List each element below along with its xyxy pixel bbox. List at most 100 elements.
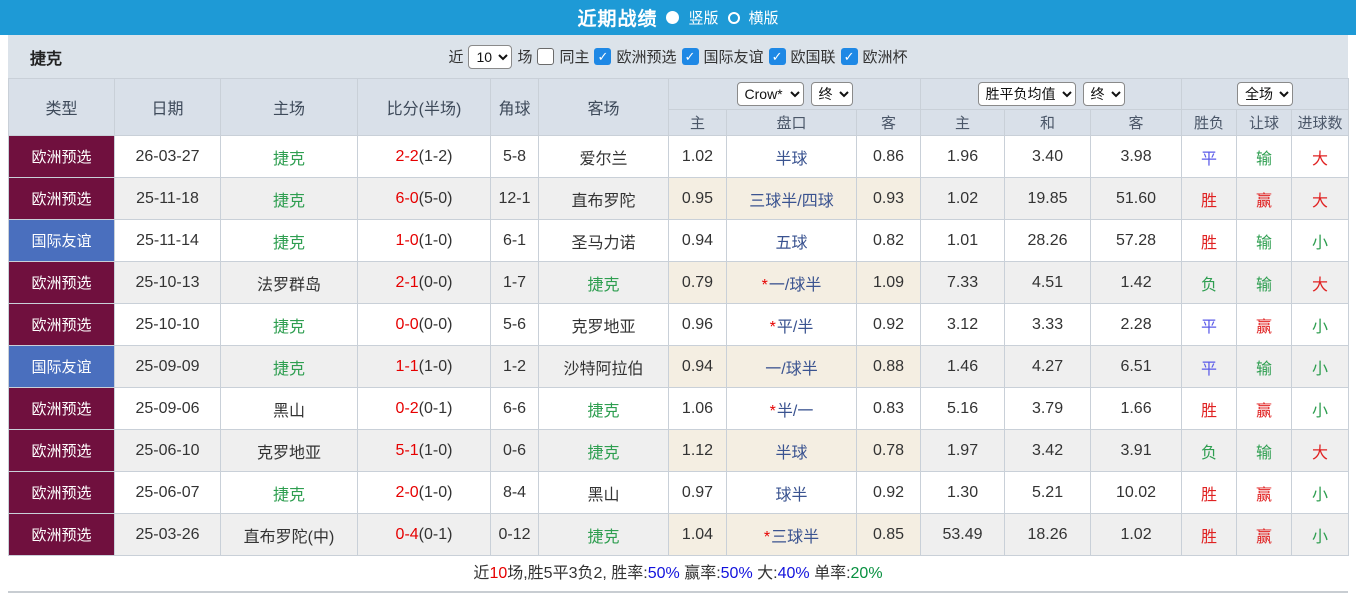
avg-home: 1.46	[920, 345, 1006, 388]
summary-segment: 近	[473, 565, 490, 582]
corners: 1-7	[490, 261, 539, 304]
competition-checkbox-euro-cup[interactable]: ✓	[840, 48, 858, 65]
result-handicap: 输	[1236, 429, 1293, 472]
avg-home: 53.49	[920, 513, 1006, 556]
result-handicap: 输	[1236, 345, 1293, 388]
corners: 8-4	[490, 471, 539, 514]
fulltime-score: 2-1	[395, 273, 419, 291]
summary-segment: 赢率:	[679, 565, 721, 582]
halftime-score: (0-1)	[418, 399, 453, 417]
summary-footer: 近10场,胜5平3负2, 胜率:50% 赢率:50% 大:40% 单率:20%	[8, 556, 1348, 593]
table-row: 欧洲预选 25-10-10 捷克 0-0(0-0) 5-6 克罗地亚 0.96 *平/半 0.9…	[8, 303, 1350, 346]
handicap: *三球半	[726, 513, 857, 556]
match-score: 0-0(0-0)	[357, 303, 491, 346]
odds-away: 0.82	[855, 219, 922, 262]
match-date: 25-09-06	[114, 387, 221, 430]
odds-away: 0.93	[855, 177, 922, 220]
match-date: 25-10-13	[114, 261, 221, 304]
table-row: 欧洲预选 25-11-18 捷克 6-0(5-0) 12-1 直布罗陀 0.95 三球半/四球…	[8, 177, 1350, 220]
result-goals: 大	[1291, 261, 1350, 304]
subcol-avg-draw: 和	[1004, 109, 1092, 136]
avg-draw: 28.26	[1004, 219, 1092, 262]
horizontal-layout-radio[interactable]	[727, 11, 740, 24]
competition-label-nations-league[interactable]: 欧国联	[791, 46, 836, 67]
odds-away: 0.86	[855, 135, 922, 178]
avg-type-select[interactable]: 胜平负均值	[977, 82, 1076, 106]
match-date: 25-03-26	[114, 513, 221, 556]
team-name: 捷克	[30, 50, 63, 68]
result-handicap: 输	[1236, 135, 1293, 178]
avg-away: 2.28	[1090, 303, 1183, 346]
summary-segment: 10	[489, 565, 508, 582]
result-handicap: 赢	[1236, 513, 1293, 556]
avg-draw: 5.21	[1004, 471, 1092, 514]
away-team: 沙特阿拉伯	[538, 345, 669, 388]
avg-draw: 19.85	[1004, 177, 1092, 220]
odds-company-select[interactable]: Crow*	[736, 82, 804, 106]
competition-label-euro-qual[interactable]: 欧洲预选	[616, 46, 676, 67]
odds-home: 0.79	[668, 261, 727, 304]
odds-period-select[interactable]: 终	[810, 82, 853, 106]
match-date: 25-11-14	[114, 219, 221, 262]
vertical-layout-radio[interactable]	[666, 11, 680, 24]
same-home-label[interactable]: 同主	[559, 46, 589, 67]
result-winlose: 平	[1181, 345, 1238, 388]
fulltime-score: 6-0	[395, 189, 419, 207]
handicap: 一/球半	[726, 345, 857, 388]
avg-away: 1.66	[1090, 387, 1183, 430]
away-team: 捷克	[538, 261, 669, 304]
halftime-score: (5-0)	[418, 189, 453, 207]
result-goals: 大	[1291, 177, 1350, 220]
competition-label-euro-cup[interactable]: 欧洲杯	[863, 46, 908, 67]
competition-label-friendly[interactable]: 国际友谊	[704, 46, 764, 67]
col-header-type: 类型	[8, 78, 115, 136]
match-score: 1-0(1-0)	[357, 219, 491, 262]
result-winlose: 负	[1181, 429, 1238, 472]
halftime-score: (1-0)	[418, 357, 453, 375]
avg-group-header: 胜平负均值 终	[920, 78, 1183, 110]
summary-segment: 50%	[647, 565, 680, 582]
match-type-badge: 欧洲预选	[8, 177, 115, 220]
result-handicap: 赢	[1236, 177, 1293, 220]
match-date: 25-11-18	[114, 177, 221, 220]
table-row: 欧洲预选 25-09-06 黑山 0-2(0-1) 6-6 捷克 1.06 *半/一 0.83 5…	[8, 387, 1350, 430]
odds-home: 1.02	[668, 135, 727, 178]
avg-draw: 18.26	[1004, 513, 1092, 556]
competition-checkbox-euro-qual[interactable]: ✓	[594, 48, 612, 65]
handicap-text: 一/球半	[765, 360, 818, 378]
halftime-score: (1-0)	[418, 231, 453, 249]
competition-checkbox-friendly[interactable]: ✓	[681, 48, 699, 65]
table-row: 国际友谊 25-11-14 捷克 1-0(1-0) 6-1 圣马力诺 0.94 五球 0.82 1…	[8, 219, 1350, 262]
competition-checkbox-nations-league[interactable]: ✓	[768, 48, 786, 65]
result-goals: 小	[1291, 513, 1350, 556]
match-date: 26-03-27	[114, 135, 221, 178]
same-home-checkbox[interactable]	[537, 48, 555, 65]
result-winlose: 平	[1181, 135, 1238, 178]
away-team: 克罗地亚	[538, 303, 669, 346]
match-type-badge: 欧洲预选	[8, 429, 115, 472]
vertical-layout-label[interactable]: 竖版	[688, 7, 718, 28]
avg-draw: 3.40	[1004, 135, 1092, 178]
home-team: 捷克	[220, 303, 358, 346]
result-handicap: 赢	[1236, 471, 1293, 514]
avg-away: 57.28	[1090, 219, 1183, 262]
result-scope-select[interactable]: 全场	[1237, 82, 1294, 106]
home-team: 捷克	[220, 471, 358, 514]
result-winlose: 胜	[1181, 471, 1238, 514]
match-score: 5-1(1-0)	[357, 429, 491, 472]
match-count-select[interactable]: 10	[468, 44, 513, 69]
avg-away: 1.02	[1090, 513, 1183, 556]
results-body: 欧洲预选 26-03-27 捷克 2-2(1-2) 5-8 爱尔兰 1.02 半球 0.86 1.…	[8, 135, 1350, 556]
result-goals: 小	[1291, 471, 1350, 514]
handicap-text: 球半	[775, 486, 808, 504]
horizontal-layout-label[interactable]: 横版	[749, 7, 779, 28]
avg-away: 3.98	[1090, 135, 1183, 178]
subcol-handicap-result: 让球	[1236, 109, 1293, 136]
avg-away: 51.60	[1090, 177, 1183, 220]
col-header-away: 客场	[538, 78, 669, 136]
fulltime-score: 0-0	[395, 315, 419, 333]
halftime-score: (0-0)	[418, 273, 453, 291]
subcol-odds-away: 客	[855, 109, 922, 136]
avg-period-select[interactable]: 终	[1082, 82, 1125, 106]
handicap-text: 半/一	[776, 402, 814, 420]
